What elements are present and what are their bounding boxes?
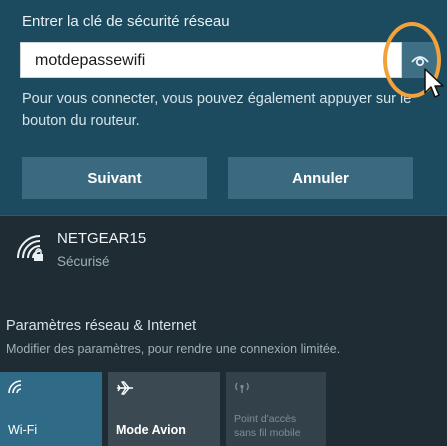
hotspot-icon [235, 382, 249, 393]
airplane-tile-label: Mode Avion [116, 423, 186, 437]
cancel-button[interactable]: Annuler [228, 157, 413, 199]
wifi-toggle-tile[interactable]: Wi-Fi [0, 372, 102, 446]
network-settings-description: Modifier des paramètres, pour rendre une… [6, 342, 341, 356]
network-flyout: Entrer la clé de sécurité réseau motdepa… [0, 0, 447, 446]
mobile-hotspot-tile[interactable]: Point d'accès sans fil mobile [226, 372, 326, 446]
airplane-mode-tile[interactable]: Mode Avion [108, 372, 220, 446]
network-name: NETGEAR15 [57, 230, 147, 247]
connect-panel: Entrer la clé de sécurité réseau motdepa… [0, 0, 447, 216]
network-status: Sécurisé [57, 254, 110, 269]
wifi-icon [8, 380, 22, 394]
router-button-hint: Pour vous connecter, vous pouvez égaleme… [22, 91, 412, 129]
reveal-password-button[interactable] [402, 42, 438, 78]
security-key-prompt: Entrer la clé de sécurité réseau [22, 13, 230, 30]
network-list-item[interactable]: NETGEAR15 Sécurisé [0, 216, 447, 298]
wifi-tile-label: Wi-Fi [8, 423, 38, 437]
security-key-value: motdepassewifi [35, 52, 146, 69]
next-button[interactable]: Suivant [22, 157, 207, 199]
wifi-secured-icon [17, 235, 43, 261]
hotspot-tile-label: Point d'accès sans fil mobile [234, 413, 301, 439]
network-settings-link[interactable]: Paramètres réseau & Internet [6, 318, 196, 334]
security-key-input[interactable]: motdepassewifi [20, 42, 402, 78]
eye-icon [411, 56, 429, 67]
airplane-icon [117, 381, 133, 395]
